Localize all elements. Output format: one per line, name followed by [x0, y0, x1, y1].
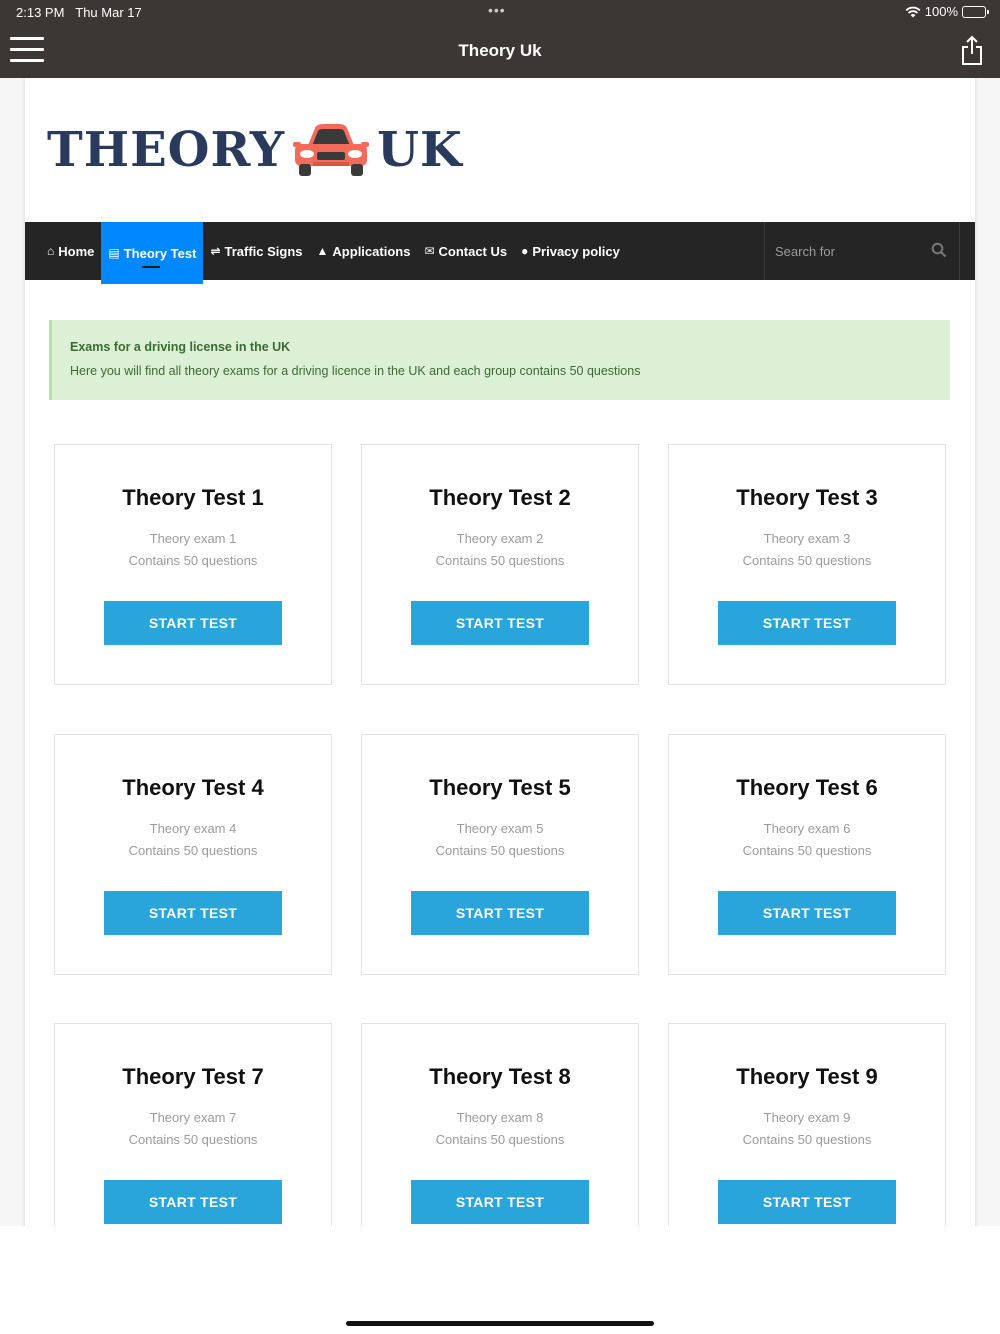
start-test-button[interactable]: START TEST	[718, 891, 896, 935]
nav-item-privacy-policy[interactable]: ● Privacy policy	[514, 222, 627, 280]
card-title: Theory Test 7	[122, 1064, 264, 1089]
nav-item-traffic-signs[interactable]: ⇌ Traffic Signs	[203, 222, 309, 280]
copy-icon: ▤	[108, 246, 120, 260]
search-icon[interactable]	[931, 242, 947, 258]
card-exam: Theory exam 3	[763, 531, 851, 546]
start-test-button[interactable]: START TEST	[718, 601, 896, 645]
battery-icon	[962, 5, 989, 18]
card-count: Contains 50 questions	[742, 553, 872, 568]
battery-percent: 100%	[924, 4, 958, 19]
card-exam: Theory exam 1	[149, 531, 237, 546]
multitasking-dots-icon[interactable]: •••	[488, 2, 506, 18]
test-card: Theory Test 6 Theory exam 6 Contains 50 …	[668, 734, 946, 975]
status-time: 2:13 PM Thu Mar 17	[16, 5, 142, 20]
search-input[interactable]	[765, 222, 925, 280]
alert-title: Exams for a driving license in the UK	[70, 340, 291, 354]
logo-text-left: THEORY	[47, 122, 286, 178]
home-icon: ⌂	[47, 244, 55, 258]
start-test-button[interactable]: START TEST	[411, 601, 589, 645]
test-card: Theory Test 5 Theory exam 5 Contains 50 …	[361, 734, 639, 975]
test-card: Theory Test 9 Theory exam 9 Contains 50 …	[668, 1023, 946, 1258]
card-count: Contains 50 questions	[435, 1132, 565, 1147]
home-indicator[interactable]	[346, 1321, 654, 1326]
envelope-icon: ✉	[424, 244, 435, 258]
share-icon[interactable]	[960, 34, 984, 66]
alert-text: Here you will find all theory exams for …	[70, 364, 641, 378]
start-test-button[interactable]: START TEST	[104, 891, 282, 935]
start-test-button[interactable]: START TEST	[411, 891, 589, 935]
test-card: Theory Test 1 Theory exam 1 Contains 50 …	[54, 444, 332, 685]
card-title: Theory Test 6	[736, 775, 878, 800]
test-card: Theory Test 8 Theory exam 8 Contains 50 …	[361, 1023, 639, 1258]
card-title: Theory Test 1	[122, 485, 264, 510]
start-test-button[interactable]: START TEST	[411, 1180, 589, 1224]
card-exam: Theory exam 8	[456, 1110, 544, 1125]
site-logo[interactable]: THEORY UK	[47, 118, 463, 182]
card-title: Theory Test 3	[736, 485, 878, 510]
card-count: Contains 50 questions	[128, 843, 258, 858]
card-exam: Theory exam 4	[149, 821, 237, 836]
info-icon: ●	[521, 244, 529, 258]
card-title: Theory Test 8	[429, 1064, 571, 1089]
nav-item-applications[interactable]: ▲ Applications	[310, 222, 418, 280]
test-card: Theory Test 4 Theory exam 4 Contains 50 …	[54, 734, 332, 975]
card-count: Contains 50 questions	[742, 843, 872, 858]
nav-label-home: Home	[58, 243, 95, 259]
card-exam: Theory exam 9	[763, 1110, 851, 1125]
nav-item-theory-test[interactable]: ▤ Theory Test	[101, 222, 204, 284]
app-title: Theory Uk	[458, 41, 542, 60]
card-count: Contains 50 questions	[128, 1132, 258, 1147]
card-title: Theory Test 5	[429, 775, 571, 800]
status-bar: 2:13 PM Thu Mar 17 ••• 100%	[0, 0, 1000, 24]
card-title: Theory Test 4	[122, 775, 264, 800]
web-page: THEORY UK ⌂ Home ▤ Theory Test ⇌ Traffic…	[25, 78, 975, 1258]
card-exam: Theory exam 6	[763, 821, 851, 836]
nav-label-applications: Applications	[332, 243, 411, 259]
header: THEORY UK	[25, 78, 975, 222]
card-exam: Theory exam 7	[149, 1110, 237, 1125]
card-exam: Theory exam 2	[456, 531, 544, 546]
info-alert: Exams for a driving license in the UK He…	[49, 320, 950, 400]
test-card: Theory Test 2 Theory exam 2 Contains 50 …	[361, 444, 639, 685]
nav-item-contact-us[interactable]: ✉ Contact Us	[417, 222, 514, 280]
card-title: Theory Test 9	[736, 1064, 878, 1089]
start-test-button[interactable]: START TEST	[718, 1180, 896, 1224]
signs-icon: ⇌	[210, 244, 221, 258]
nav-label-theory-test: Theory Test	[123, 245, 197, 261]
bottom-area	[0, 1226, 1000, 1334]
logo-text-right: UK	[377, 122, 463, 178]
test-card: Theory Test 3 Theory exam 3 Contains 50 …	[668, 444, 946, 685]
card-count: Contains 50 questions	[435, 553, 565, 568]
nav-label-traffic-signs: Traffic Signs	[224, 243, 303, 259]
car-icon: ▲	[316, 244, 329, 258]
test-card: Theory Test 7 Theory exam 7 Contains 50 …	[54, 1023, 332, 1258]
card-count: Contains 50 questions	[742, 1132, 872, 1147]
car-icon	[293, 124, 370, 176]
card-title: Theory Test 2	[429, 485, 571, 510]
app-bar: Theory Uk	[0, 24, 1000, 78]
card-count: Contains 50 questions	[128, 553, 258, 568]
card-exam: Theory exam 5	[456, 821, 544, 836]
nav-label-privacy-policy: Privacy policy	[532, 243, 620, 259]
nav-item-home[interactable]: ⌂ Home	[25, 222, 101, 280]
status-right: 100%	[905, 4, 989, 19]
start-test-button[interactable]: START TEST	[104, 1180, 282, 1224]
search-box	[764, 222, 960, 280]
start-test-button[interactable]: START TEST	[104, 601, 282, 645]
card-count: Contains 50 questions	[435, 843, 565, 858]
nav-label-contact-us: Contact Us	[438, 243, 508, 259]
main-nav: ⌂ Home ▤ Theory Test ⇌ Traffic Signs ▲ A…	[25, 222, 975, 284]
wifi-icon	[905, 6, 921, 17]
